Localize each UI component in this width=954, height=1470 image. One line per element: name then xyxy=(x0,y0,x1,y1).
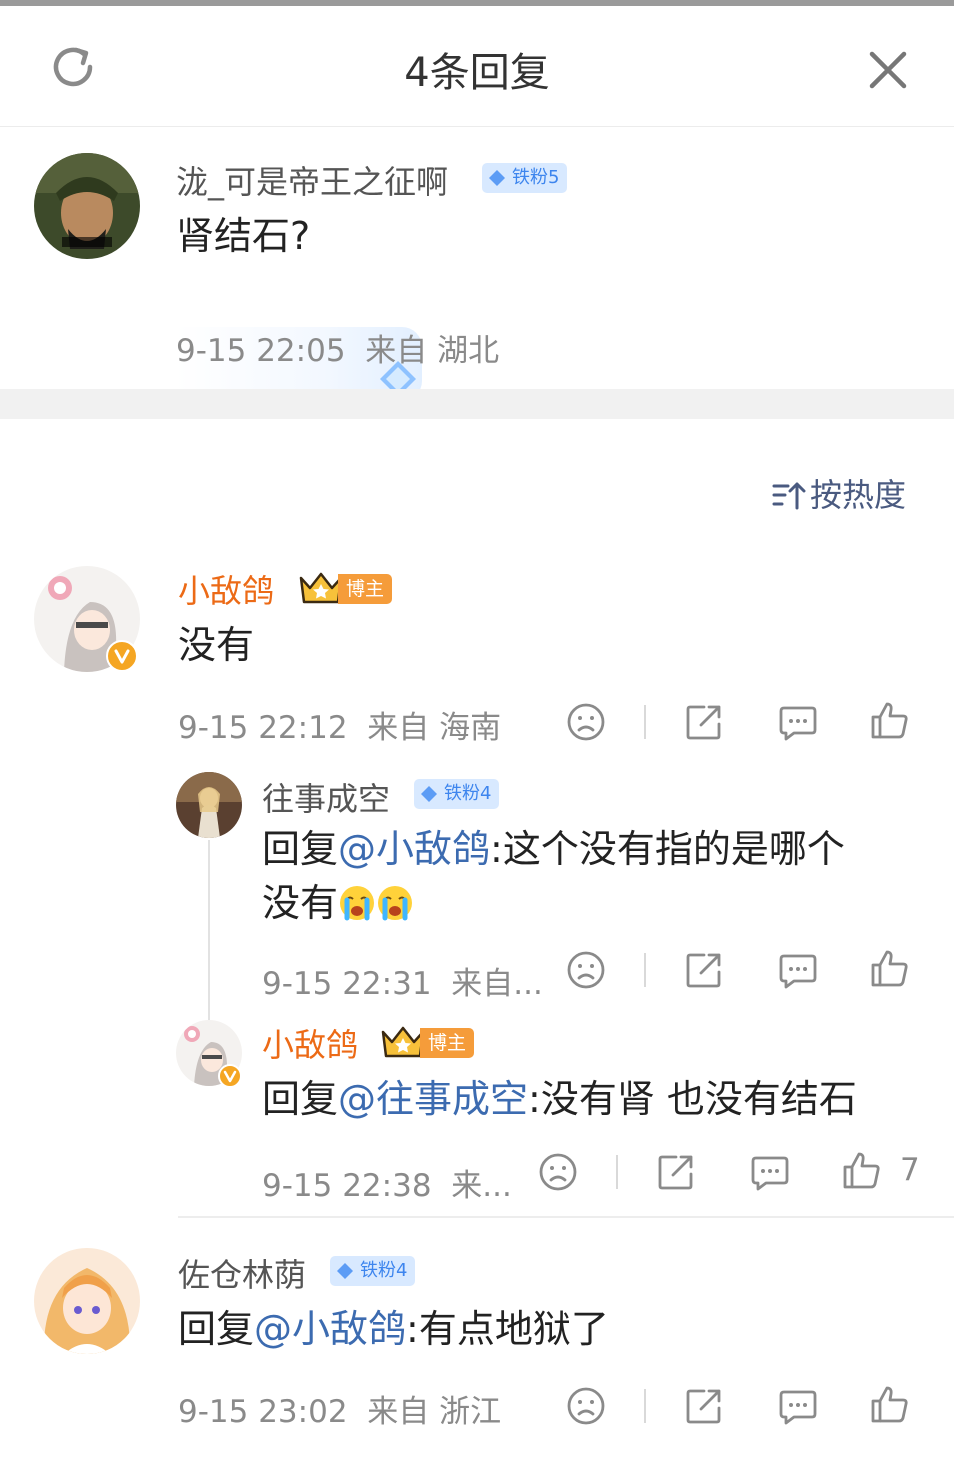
diamond-icon xyxy=(489,170,505,186)
comment-icon[interactable] xyxy=(778,702,818,742)
verified-icon xyxy=(218,1064,242,1088)
dislike-icon[interactable] xyxy=(566,1386,606,1426)
comment-meta: 9-15 22:31 来自... xyxy=(262,958,543,1003)
crying-emoji-icon xyxy=(378,886,413,921)
dislike-icon[interactable] xyxy=(566,950,606,990)
fan-badge: 铁粉4 xyxy=(330,1256,416,1286)
share-icon[interactable] xyxy=(684,950,724,990)
avatar[interactable] xyxy=(176,772,242,838)
reply-prefix: 回复 xyxy=(262,827,339,871)
comment-divider xyxy=(178,1216,954,1218)
reply-text: :有点地狱了 xyxy=(406,1307,609,1351)
avatar[interactable] xyxy=(34,1248,140,1354)
like-icon[interactable] xyxy=(870,1384,910,1424)
dislike-icon[interactable] xyxy=(566,702,606,742)
fan-badge-label: 铁粉4 xyxy=(360,1260,408,1281)
comment-text: 回复@小敌鸽:有点地狱了 xyxy=(178,1302,609,1356)
comment-icon[interactable] xyxy=(750,1152,790,1192)
close-icon[interactable] xyxy=(862,44,914,96)
comment-time: 9-15 22:12 xyxy=(178,710,348,746)
username[interactable]: 往事成空 xyxy=(262,774,390,820)
fan-badge: 铁粉4 xyxy=(414,779,500,809)
comment-location: 来自 浙江 xyxy=(367,1394,502,1430)
mention-link[interactable]: @往事成空 xyxy=(338,1077,528,1121)
host-badge-label: 博主 xyxy=(420,1028,475,1058)
divider xyxy=(616,1155,618,1189)
crying-emoji-icon xyxy=(340,886,375,921)
verified-icon xyxy=(106,640,138,672)
like-icon[interactable] xyxy=(870,700,910,740)
sort-toggle[interactable]: 按热度 xyxy=(772,470,906,516)
comment-meta: 9-15 22:12 来自 海南 xyxy=(178,702,501,747)
fan-badge: 铁粉5 xyxy=(482,163,568,193)
mention-link[interactable]: @小敌鸽 xyxy=(338,827,490,871)
comment-meta: 9-15 22:05 来自 湖北 xyxy=(176,325,499,370)
comment-text: 回复@往事成空:没有肾 也没有结石 xyxy=(262,1072,857,1126)
diamond-icon xyxy=(337,1263,353,1279)
fan-badge-label: 铁粉5 xyxy=(512,167,560,188)
root-comment: 泷_可是帝王之征啊 铁粉5 肾结石? 9-15 22:05 来自 湖北 xyxy=(0,127,954,401)
thread-line xyxy=(208,840,210,1020)
like-icon[interactable] xyxy=(870,948,910,988)
sort-label: 按热度 xyxy=(810,476,907,514)
fan-badge-label: 铁粉4 xyxy=(444,783,492,804)
share-icon[interactable] xyxy=(684,702,724,742)
section-separator xyxy=(0,389,954,419)
comment-icon[interactable] xyxy=(778,950,818,990)
comment-location: 来自 海南 xyxy=(367,710,502,746)
comment-time: 9-15 22:31 xyxy=(262,966,432,1002)
comment-time: 9-15 22:38 xyxy=(262,1168,432,1204)
like-icon[interactable] xyxy=(842,1150,882,1190)
comment-text: 肾结石? xyxy=(176,214,311,258)
like-count: 7 xyxy=(900,1152,920,1188)
sort-icon xyxy=(772,482,806,510)
reply-text: :这个没有指的是哪个 xyxy=(490,827,845,871)
share-icon[interactable] xyxy=(656,1152,696,1192)
divider xyxy=(644,705,646,739)
comment-time: 9-15 23:02 xyxy=(178,1394,348,1430)
comment-text: 没有 xyxy=(178,623,255,667)
diamond-icon xyxy=(421,786,437,802)
page-title: 4条回复 xyxy=(404,50,550,96)
divider xyxy=(644,953,646,987)
reply-header: 4条回复 xyxy=(0,6,954,127)
comment-text: 回复@小敌鸽:这个没有指的是哪个 没有 xyxy=(262,822,922,930)
reply-text: 没有 xyxy=(262,881,339,925)
username[interactable]: 小敌鸽 xyxy=(178,566,274,612)
username[interactable]: 小敌鸽 xyxy=(262,1020,358,1066)
avatar[interactable] xyxy=(34,153,140,259)
divider xyxy=(644,1389,646,1423)
reply-text: :没有肾 也没有结石 xyxy=(528,1077,857,1121)
comment-location: 来自... xyxy=(451,966,543,1002)
host-badge-label: 博主 xyxy=(338,574,393,604)
comment-time: 9-15 22:05 xyxy=(176,333,346,369)
mention-link[interactable]: @小敌鸽 xyxy=(254,1307,406,1351)
comment-location: 来... xyxy=(451,1168,512,1204)
comment-meta: 9-15 22:38 来... xyxy=(262,1160,512,1205)
username[interactable]: 泷_可是帝王之征啊 xyxy=(176,157,448,203)
reply-prefix: 回复 xyxy=(178,1307,255,1351)
comment-location: 来自 湖北 xyxy=(365,333,500,369)
dislike-icon[interactable] xyxy=(538,1152,578,1192)
share-icon[interactable] xyxy=(684,1386,724,1426)
comment-meta: 9-15 23:02 来自 浙江 xyxy=(178,1386,501,1431)
comment-icon[interactable] xyxy=(778,1386,818,1426)
username[interactable]: 佐仓林荫 xyxy=(178,1250,306,1296)
reply-prefix: 回复 xyxy=(262,1077,339,1121)
